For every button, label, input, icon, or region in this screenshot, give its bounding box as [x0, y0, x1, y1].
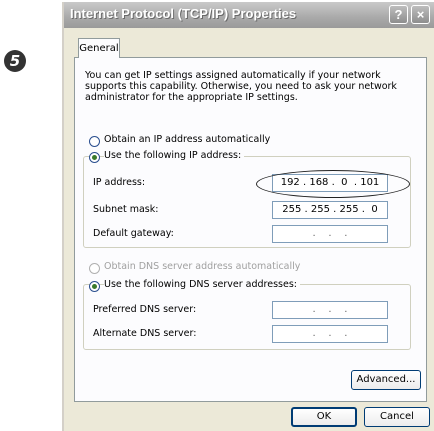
use-following-dns-radio[interactable]: [89, 281, 100, 292]
obtain-dns-auto-radio[interactable]: [89, 263, 100, 274]
tab-general[interactable]: General: [78, 38, 120, 58]
ip-address-highlight-ellipse: [256, 170, 410, 198]
step-number: 5: [4, 50, 26, 72]
default-gateway-input[interactable]: . . .: [272, 225, 388, 243]
preferred-dns-label: Preferred DNS server:: [93, 304, 197, 315]
window-title: Internet Protocol (TCP/IP) Properties: [70, 6, 297, 21]
use-following-ip-radio[interactable]: [89, 152, 100, 163]
use-following-ip-label[interactable]: Use the following IP address:: [104, 150, 245, 161]
ip-address-label: IP address:: [93, 177, 146, 188]
alternate-dns-input[interactable]: . . .: [272, 325, 388, 343]
intro-text: You can get IP settings assigned automat…: [85, 70, 397, 103]
advanced-button[interactable]: Advanced...: [351, 370, 421, 390]
obtain-dns-auto-label[interactable]: Obtain DNS server address automatically: [104, 261, 300, 272]
subnet-mask-input[interactable]: 255 . 255 . 255 . 0: [272, 201, 388, 219]
tcpip-properties-dialog: Internet Protocol (TCP/IP) Properties ? …: [62, 2, 434, 431]
ok-button[interactable]: OK: [291, 407, 357, 427]
default-gateway-label: Default gateway:: [93, 228, 174, 239]
alternate-dns-label: Alternate DNS server:: [93, 328, 197, 339]
obtain-ip-auto-radio[interactable]: [89, 136, 100, 147]
step-number-badge: 5: [4, 50, 30, 76]
title-bar: Internet Protocol (TCP/IP) Properties ? …: [64, 2, 434, 28]
tab-general-label: General: [79, 43, 119, 54]
subnet-mask-label: Subnet mask:: [93, 204, 159, 215]
general-tab-panel: You can get IP settings assigned automat…: [74, 57, 427, 402]
cancel-button[interactable]: Cancel: [364, 407, 430, 427]
close-button[interactable]: ×: [411, 5, 430, 24]
obtain-ip-auto-label[interactable]: Obtain an IP address automatically: [104, 134, 270, 145]
preferred-dns-input[interactable]: . . .: [272, 301, 388, 319]
help-button[interactable]: ?: [389, 5, 408, 24]
use-following-dns-label[interactable]: Use the following DNS server addresses:: [104, 279, 300, 290]
